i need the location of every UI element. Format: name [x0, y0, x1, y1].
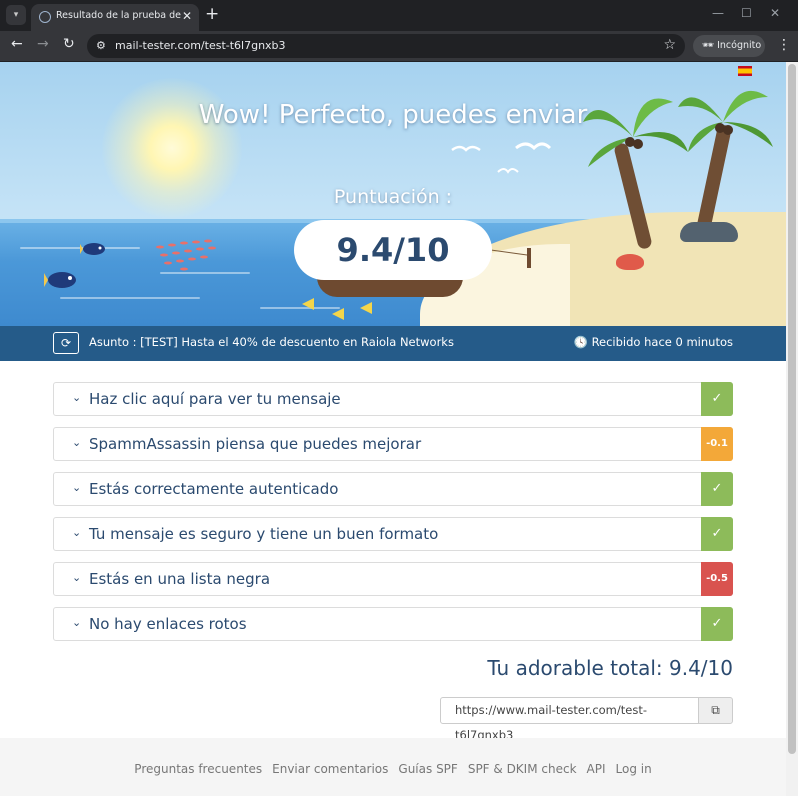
result-label: SpammAssassin piensa que puedes mejorar	[89, 435, 422, 453]
browser-tab-active[interactable]: Resultado de la prueba de spam ✕	[31, 4, 199, 31]
yellow-fish-icon	[302, 298, 372, 320]
page-viewport: Wow! Perfecto, puedes enviar Puntuación …	[0, 62, 786, 796]
result-label: Tu mensaje es seguro y tiene un buen for…	[89, 525, 439, 543]
result-row[interactable]: ⌄ Estás en una lista negra -0.5	[53, 562, 733, 596]
maximize-icon[interactable]: ☐	[741, 6, 752, 20]
fish-school-icon	[156, 239, 216, 271]
crab-icon	[616, 254, 644, 270]
tab-search-button[interactable]: ▾	[6, 5, 26, 25]
result-row[interactable]: ⌄ Tu mensaje es seguro y tiene un buen fo…	[53, 517, 733, 551]
blue-fish-icon	[80, 243, 105, 255]
share-url-field[interactable]: https://www.mail-tester.com/test-t6l7gnx…	[440, 697, 699, 742]
chevron-down-icon: ⌄	[72, 616, 82, 629]
browser-toolbar: ← → ↻ ⚙ mail-tester.com/test-t6l7gnxb3 ☆…	[0, 31, 798, 61]
result-row[interactable]: ⌄ Haz clic aquí para ver tu mensaje ✓	[53, 382, 733, 416]
footer-link[interactable]: Guías SPF	[398, 762, 457, 776]
incognito-label: Incógnito	[717, 40, 762, 51]
chevron-down-icon: ⌄	[72, 481, 82, 494]
clock-icon: 🕓	[573, 335, 588, 349]
refresh-icon: ⟳	[60, 336, 72, 350]
address-bar[interactable]: ⚙ mail-tester.com/test-t6l7gnxb3 ☆	[87, 34, 685, 58]
back-arrow-icon[interactable]: ←	[11, 36, 23, 52]
new-tab-icon[interactable]: +	[205, 4, 219, 24]
seagulls-icon	[451, 142, 552, 174]
hero-banner: Wow! Perfecto, puedes enviar Puntuación …	[0, 62, 786, 326]
copy-button[interactable]: ⧉	[698, 697, 733, 724]
footer-link[interactable]: Preguntas frecuentes	[134, 762, 262, 776]
tab-title: Resultado de la prueba de spam	[56, 10, 181, 21]
boat-illustration	[317, 277, 463, 297]
check-badge-icon: ✓	[701, 472, 733, 506]
result-row[interactable]: ⌄ No hay enlaces rotos ✓	[53, 607, 733, 641]
footer-link[interactable]: SPF & DKIM check	[468, 762, 577, 776]
rock-illustration	[680, 222, 738, 242]
incognito-icon: 🕶	[702, 40, 715, 51]
check-badge-icon: ✓	[701, 607, 733, 641]
chevron-down-icon: ⌄	[72, 436, 82, 449]
footer-links: Preguntas frecuentes Enviar comentarios Gu…	[0, 762, 786, 776]
chevron-down-icon: ⌄	[72, 571, 82, 584]
browser-menu-icon[interactable]: ⋮	[777, 37, 791, 53]
refresh-button[interactable]: ⟳	[53, 332, 79, 354]
tab-close-icon[interactable]: ✕	[182, 9, 192, 23]
hero-title: Wow! Perfecto, puedes enviar	[198, 100, 588, 130]
bookmark-star-icon[interactable]: ☆	[663, 37, 676, 53]
result-row[interactable]: ⌄ SpammAssassin piensa que puedes mejorar…	[53, 427, 733, 461]
spanish-flag-icon[interactable]	[738, 66, 752, 76]
subject-bar: ⟳ Asunto : [TEST] Hasta el 40% de descue…	[0, 326, 786, 361]
blue-fish-icon	[44, 272, 76, 288]
close-window-icon[interactable]: ✕	[770, 6, 780, 20]
footer-link[interactable]: API	[587, 762, 606, 776]
chevron-down-icon: ⌄	[72, 526, 82, 539]
footer: Preguntas frecuentes Enviar comentarios Gu…	[0, 738, 786, 796]
footer-link[interactable]: Log in	[616, 762, 652, 776]
url-text: mail-tester.com/test-t6l7gnxb3	[115, 39, 286, 52]
reload-icon[interactable]: ↻	[63, 36, 75, 52]
result-label: Estás en una lista negra	[89, 570, 271, 588]
result-row[interactable]: ⌄ Estás correctamente autenticado ✓	[53, 472, 733, 506]
result-label: Estás correctamente autenticado	[89, 480, 339, 498]
score-badge: -0.1	[701, 427, 733, 461]
palm-leaves-icon	[583, 90, 773, 167]
site-info-icon[interactable]: ⚙	[96, 39, 106, 52]
chevron-down-icon: ⌄	[72, 391, 82, 404]
copy-icon: ⧉	[711, 703, 720, 717]
footer-link[interactable]: Enviar comentarios	[272, 762, 388, 776]
check-badge-icon: ✓	[701, 382, 733, 416]
email-subject: Asunto : [TEST] Hasta el 40% de descuent…	[89, 335, 454, 349]
total-score: Tu adorable total: 9.4/10	[487, 656, 733, 680]
result-label: Haz clic aquí para ver tu mensaje	[89, 390, 341, 408]
score-badge: -0.5	[701, 562, 733, 596]
received-time: 🕓 Recibido hace 0 minutos	[573, 335, 733, 349]
score-label: Puntuación :	[333, 186, 453, 208]
minimize-icon[interactable]: —	[712, 6, 724, 20]
scrollbar-thumb[interactable]	[788, 64, 796, 754]
forward-arrow-icon[interactable]: →	[37, 36, 49, 52]
incognito-badge[interactable]: 🕶 Incógnito	[693, 35, 765, 57]
tab-favicon-icon	[39, 11, 51, 23]
result-label: No hay enlaces rotos	[89, 615, 247, 633]
check-badge-icon: ✓	[701, 517, 733, 551]
browser-tab-bar: ▾ Resultado de la prueba de spam ✕ + — ☐…	[0, 0, 798, 31]
score-value: 9.4/10	[294, 220, 492, 280]
